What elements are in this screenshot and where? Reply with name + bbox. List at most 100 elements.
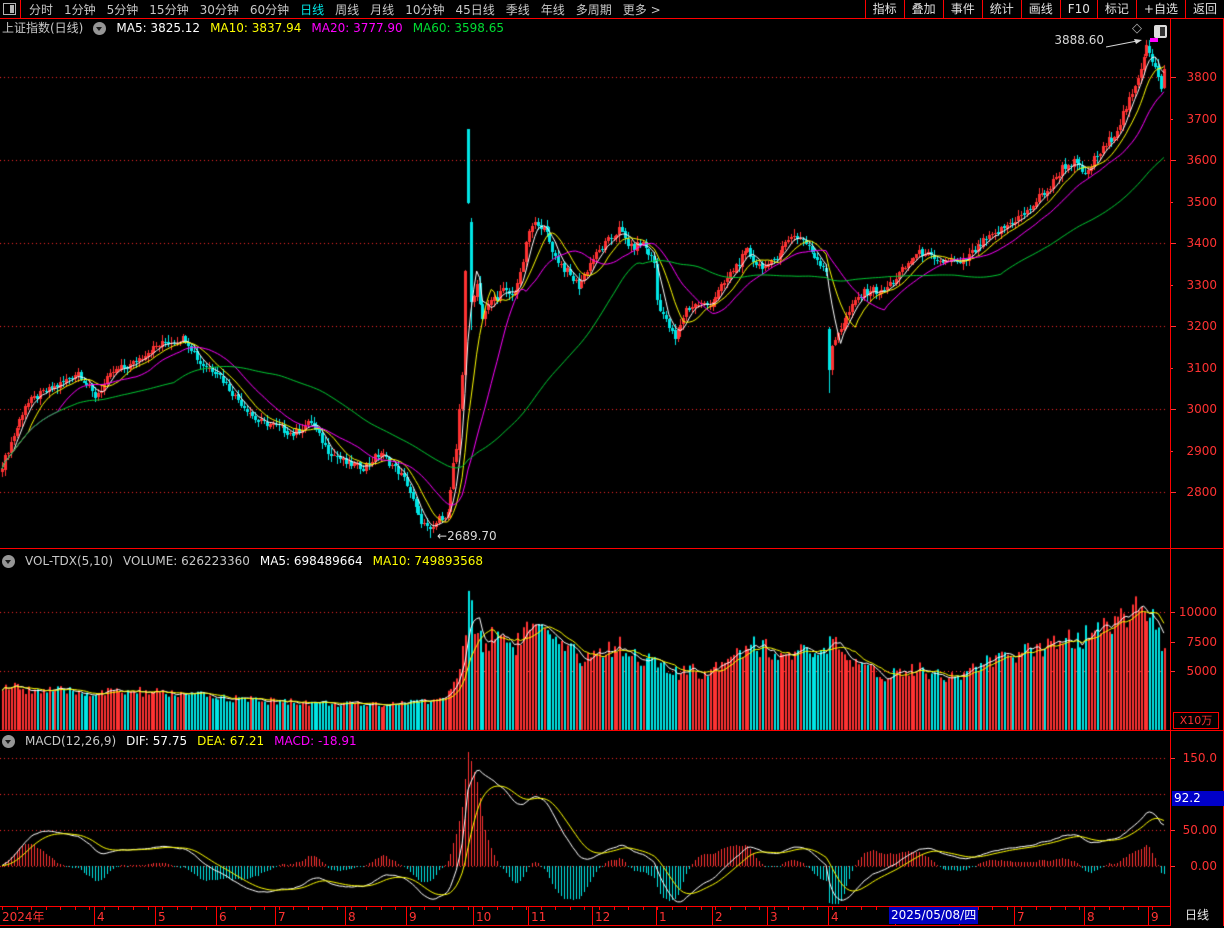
axis-tick (767, 907, 768, 925)
axis-tick-label: 7500 (1186, 635, 1217, 649)
month-label: 8 (348, 910, 356, 924)
more-menu[interactable]: 更多 > (623, 1, 661, 18)
period-tab-30min[interactable]: 30分钟 (200, 1, 239, 18)
axis-tick (439, 907, 440, 910)
axis-tick-label: 150.0 (1183, 751, 1217, 765)
axis-tick (410, 907, 411, 910)
axis-tick-label: 5000 (1186, 664, 1217, 678)
add-watchlist-button[interactable]: +自选 (1136, 0, 1185, 18)
axis-tick (1171, 758, 1175, 759)
month-label: 6 (219, 910, 227, 924)
axis-tick (46, 907, 47, 910)
axis-tick (497, 907, 498, 910)
axis-tick (555, 907, 556, 910)
axis-tick (216, 907, 217, 925)
axis-tick (1171, 119, 1173, 120)
toolbar-separator (20, 0, 21, 18)
period-tab-60min[interactable]: 60分钟 (250, 1, 289, 18)
period-tab-1min[interactable]: 1分钟 (64, 1, 96, 18)
axis-tick-label: 3800 (1186, 70, 1217, 84)
period-tab-multi[interactable]: 多周期 (576, 1, 612, 18)
axis-tick (148, 907, 149, 910)
axis-tick (75, 907, 76, 910)
axis-tick (345, 907, 346, 925)
collapse-chevron-icon[interactable] (2, 555, 15, 568)
period-tab-10min[interactable]: 10分钟 (405, 1, 444, 18)
axis-tick (672, 907, 673, 910)
volume-ma5-value: MA5: 698489664 (260, 554, 363, 568)
diamond-marker-icon[interactable]: ◇ (1132, 22, 1142, 36)
period-tab-yearly[interactable]: 年线 (541, 1, 565, 18)
indicator-button[interactable]: 指标 (865, 0, 904, 18)
axis-tick (1065, 907, 1066, 910)
axis-tick (512, 907, 513, 910)
axis-tick (803, 907, 804, 910)
axis-tick (351, 907, 352, 910)
event-button[interactable]: 事件 (943, 0, 982, 18)
axis-tick (1171, 160, 1176, 161)
period-tab-45day[interactable]: 45日线 (455, 1, 494, 18)
macd-indicator-name: MACD(12,26,9) (25, 734, 116, 748)
volume-value: VOLUME: 626223360 (123, 554, 250, 568)
axis-tick (89, 907, 90, 910)
axis-tick (701, 907, 702, 910)
chart-canvas[interactable] (0, 19, 1170, 906)
axis-tick (1014, 907, 1015, 925)
macd-pane-header: MACD(12,26,9) DIF: 57.75 DEA: 67.21 MACD… (2, 734, 367, 748)
month-label: 7 (1017, 910, 1025, 924)
month-label: 9 (1151, 910, 1159, 924)
axis-tick (322, 907, 323, 910)
axis-tick-label: 3000 (1186, 402, 1217, 416)
axis-tick-label: 3600 (1186, 153, 1217, 167)
pane-divider[interactable] (0, 548, 1224, 549)
axis-tick (1171, 642, 1175, 643)
axis-tick (759, 907, 760, 910)
axis-tick (1171, 326, 1176, 327)
axis-tick (118, 907, 119, 910)
axis-tick (686, 907, 687, 910)
axis-tick (1171, 612, 1175, 613)
drawline-button[interactable]: 画线 (1021, 0, 1060, 18)
axis-tick-label: 0.00 (1190, 859, 1217, 873)
axis-tick (657, 907, 658, 910)
month-label: 12 (595, 910, 610, 924)
toolbar-right-group: 指标 叠加 事件 统计 画线 F10 标记 +自选 返回 (865, 0, 1224, 18)
month-label: 11 (531, 910, 546, 924)
axis-tick (308, 907, 309, 910)
axis-tick (846, 907, 847, 910)
axis-tick-label: 50.00 (1183, 823, 1217, 837)
mark-button[interactable]: 标记 (1097, 0, 1136, 18)
axis-tick (528, 907, 529, 925)
collapse-chevron-icon[interactable] (2, 735, 15, 748)
period-tab-15min[interactable]: 15分钟 (149, 1, 188, 18)
collapse-chevron-icon[interactable] (93, 22, 106, 35)
period-tab-fenshi[interactable]: 分时 (29, 1, 53, 18)
axis-tick (541, 907, 542, 910)
window-split-icon[interactable] (3, 3, 16, 15)
mini-window-icon[interactable] (1154, 25, 1167, 38)
stats-button[interactable]: 统计 (982, 0, 1021, 18)
low-price-annotation: ←2689.70 (437, 529, 497, 543)
axis-tick (275, 907, 276, 925)
period-tab-daily[interactable]: 日线 (300, 1, 324, 18)
dif-value: DIF: 57.75 (126, 734, 187, 748)
period-tab-quarterly[interactable]: 季线 (506, 1, 530, 18)
back-button[interactable]: 返回 (1185, 0, 1224, 18)
top-toolbar: 分时 1分钟 5分钟 15分钟 30分钟 60分钟 日线 周线 月线 10分钟 … (0, 0, 1224, 19)
axis-tick (366, 907, 367, 910)
axis-tick (832, 907, 833, 910)
axis-tick (1171, 451, 1173, 452)
axis-tick (1152, 907, 1153, 910)
period-tab-monthly[interactable]: 月线 (370, 1, 394, 18)
axis-tick (2, 907, 3, 910)
overlay-button[interactable]: 叠加 (904, 0, 943, 18)
f10-button[interactable]: F10 (1060, 0, 1097, 18)
period-tab-5min[interactable]: 5分钟 (107, 1, 139, 18)
axis-tick (31, 907, 32, 910)
axis-tick (1084, 907, 1085, 925)
period-tab-weekly[interactable]: 周线 (335, 1, 359, 18)
axis-tick (220, 907, 221, 910)
pane-divider[interactable] (0, 730, 1224, 731)
axis-tick (828, 907, 829, 925)
annotation-arrow-icon (1106, 37, 1144, 49)
